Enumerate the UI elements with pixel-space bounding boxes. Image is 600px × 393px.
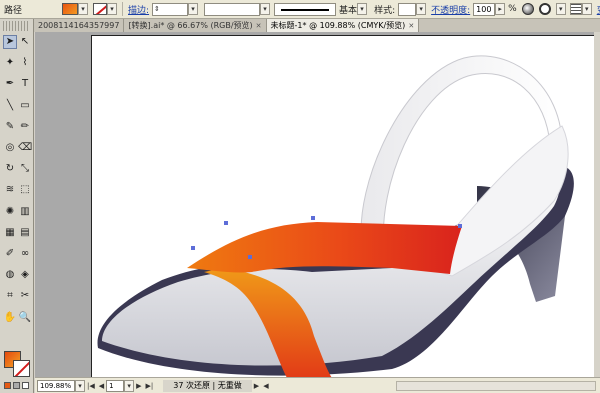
stroke-panel-link[interactable]: 描边:: [128, 3, 149, 16]
gradient-mode-icon[interactable]: [13, 382, 20, 389]
shoe-artwork[interactable]: [92, 36, 600, 377]
reference-point-dropdown-icon[interactable]: ▾: [581, 3, 592, 15]
selection-type-label: 路径: [4, 5, 23, 16]
divider: [122, 2, 123, 16]
tab-document-3[interactable]: 未标题-1* @ 109.88% (CMYK/预览) ✕: [266, 19, 420, 32]
color-mode-icon[interactable]: [4, 382, 11, 389]
fill-dropdown-icon[interactable]: ▾: [78, 3, 88, 15]
crop-tool-icon[interactable]: ⌗: [3, 289, 17, 303]
previous-page-icon[interactable]: ◀: [99, 382, 104, 390]
hand-tool-icon[interactable]: ✋: [3, 311, 17, 325]
direct-selection-tool-icon[interactable]: ↖: [18, 35, 32, 49]
align-options-icon[interactable]: [538, 3, 551, 15]
pencil-icon[interactable]: ✏: [18, 120, 32, 134]
first-page-icon[interactable]: |◀: [87, 382, 95, 390]
lasso-icon[interactable]: ⌇: [18, 56, 32, 70]
zoom-tool-icon[interactable]: 🔍: [18, 311, 32, 325]
zoom-field[interactable]: 109.88%: [37, 379, 75, 392]
align-dropdown-icon[interactable]: ▾: [555, 3, 566, 15]
tools-panel: ➤ ↖ ✦ ⌇ ✒ T ╲ ▭ ✎ ✏ ◎ ⌫ ↻ ⤡ ≋ ⬚ ✺ ▥ ▦ ▤ ✐ ∞ ◍ ◈ ⌗ ✂ ✋ 🔍: [0, 19, 34, 393]
stroke-weight-stepper[interactable]: ⇕: [152, 2, 189, 16]
opacity-input[interactable]: 100: [473, 2, 496, 16]
panel-grip[interactable]: [3, 21, 30, 31]
opacity-dropdown-icon[interactable]: ▸: [495, 3, 506, 15]
canvas-area[interactable]: [35, 32, 600, 377]
control-bar: 路径 ▾ ▾ 描边: ⇕ ▾ ▾ 基本 ▾ 样式: ▾ 不透明度: 100 ▸ …: [0, 0, 600, 19]
tab-label: 未标题-1* @ 109.88% (CMYK/预览): [270, 20, 406, 30]
variable-width-dropdown-icon[interactable]: ▾: [260, 3, 271, 15]
tab-label: [转换].ai* @ 66.67% (RGB/预览): [128, 20, 253, 30]
horizontal-scrollbar[interactable]: [396, 380, 596, 391]
status-menu-icon[interactable]: ▶: [254, 382, 259, 390]
none-mode-icon[interactable]: [22, 382, 29, 389]
tab-document-1[interactable]: 2008114164357997: [34, 19, 125, 32]
stroke-weight-dropdown-icon[interactable]: ▾: [188, 3, 199, 15]
magic-wand-icon[interactable]: ✦: [3, 56, 17, 70]
brush-dropdown-icon[interactable]: ▾: [357, 3, 368, 15]
mesh-tool-icon[interactable]: ▦: [3, 226, 17, 240]
type-tool-icon[interactable]: T: [18, 77, 32, 91]
recolor-artwork-icon[interactable]: [521, 3, 534, 15]
line-tool-icon[interactable]: ╲: [3, 99, 17, 113]
live-paint-select-icon[interactable]: ◈: [18, 268, 32, 282]
page-field[interactable]: 1: [106, 379, 125, 392]
eyedropper-icon[interactable]: ✐: [3, 247, 17, 261]
gradient-tool-icon[interactable]: ▤: [18, 226, 32, 240]
document-tabs: 2008114164357997 [转换].ai* @ 66.67% (RGB/…: [34, 19, 600, 32]
rotate-tool-icon[interactable]: ↻: [3, 162, 17, 176]
zoom-dropdown-icon[interactable]: ▾: [75, 379, 85, 392]
status-message: 37 次还原 | 无重做: [163, 379, 252, 392]
close-icon[interactable]: ✕: [408, 20, 414, 32]
last-page-icon[interactable]: ▶|: [146, 382, 154, 390]
opacity-unit: %: [508, 4, 517, 14]
column-graph-icon[interactable]: ▥: [18, 205, 32, 219]
vertical-scrollbar[interactable]: [594, 32, 600, 377]
scale-tool-icon[interactable]: ⤡: [18, 162, 32, 176]
blob-brush-icon[interactable]: ◎: [3, 141, 17, 155]
style-label: 样式:: [374, 5, 396, 16]
slice-tool-icon[interactable]: ✂: [18, 289, 32, 303]
tab-label: 2008114164357997: [38, 20, 120, 30]
free-transform-icon[interactable]: ⬚: [18, 183, 32, 197]
brush-profile-label: 基本: [339, 5, 358, 16]
blend-tool-icon[interactable]: ∞: [18, 247, 32, 261]
live-paint-icon[interactable]: ◍: [3, 268, 17, 282]
symbol-sprayer-icon[interactable]: ✺: [3, 205, 17, 219]
stroke-dropdown-icon[interactable]: ▾: [107, 3, 117, 15]
style-dropdown-icon[interactable]: ▾: [416, 3, 427, 15]
stroke-color-swatch[interactable]: [13, 360, 30, 377]
fill-swatch[interactable]: [62, 3, 78, 15]
artboard[interactable]: [91, 35, 600, 377]
selection-tool-icon[interactable]: ➤: [3, 35, 17, 49]
brush-definition-preview[interactable]: [274, 2, 337, 16]
reference-point-icon[interactable]: [569, 3, 582, 15]
scroll-left-icon[interactable]: ◀: [263, 382, 268, 390]
eraser-icon[interactable]: ⌫: [18, 141, 32, 155]
warp-tool-icon[interactable]: ≋: [3, 183, 17, 197]
stroke-swatch[interactable]: [93, 3, 107, 15]
close-icon[interactable]: ✕: [256, 20, 262, 32]
tab-document-2[interactable]: [转换].ai* @ 66.67% (RGB/预览) ✕: [124, 19, 267, 32]
illustrator-window: 路径 ▾ ▾ 描边: ⇕ ▾ ▾ 基本 ▾ 样式: ▾ 不透明度: 100 ▸ …: [0, 0, 600, 393]
page-dropdown-icon[interactable]: ▾: [124, 379, 135, 392]
graphic-style-swatch[interactable]: [398, 2, 417, 16]
status-bar: 109.88% ▾ |◀ ◀ 1 ▾ ▶ ▶| 37 次还原 | 无重做 ▶ ◀: [35, 377, 600, 393]
variable-width-field[interactable]: [204, 2, 261, 16]
pen-tool-icon[interactable]: ✒: [3, 77, 17, 91]
next-page-icon[interactable]: ▶: [136, 382, 141, 390]
paintbrush-icon[interactable]: ✎: [3, 120, 17, 134]
opacity-panel-link[interactable]: 不透明度:: [431, 3, 470, 16]
rectangle-tool-icon[interactable]: ▭: [18, 99, 32, 113]
